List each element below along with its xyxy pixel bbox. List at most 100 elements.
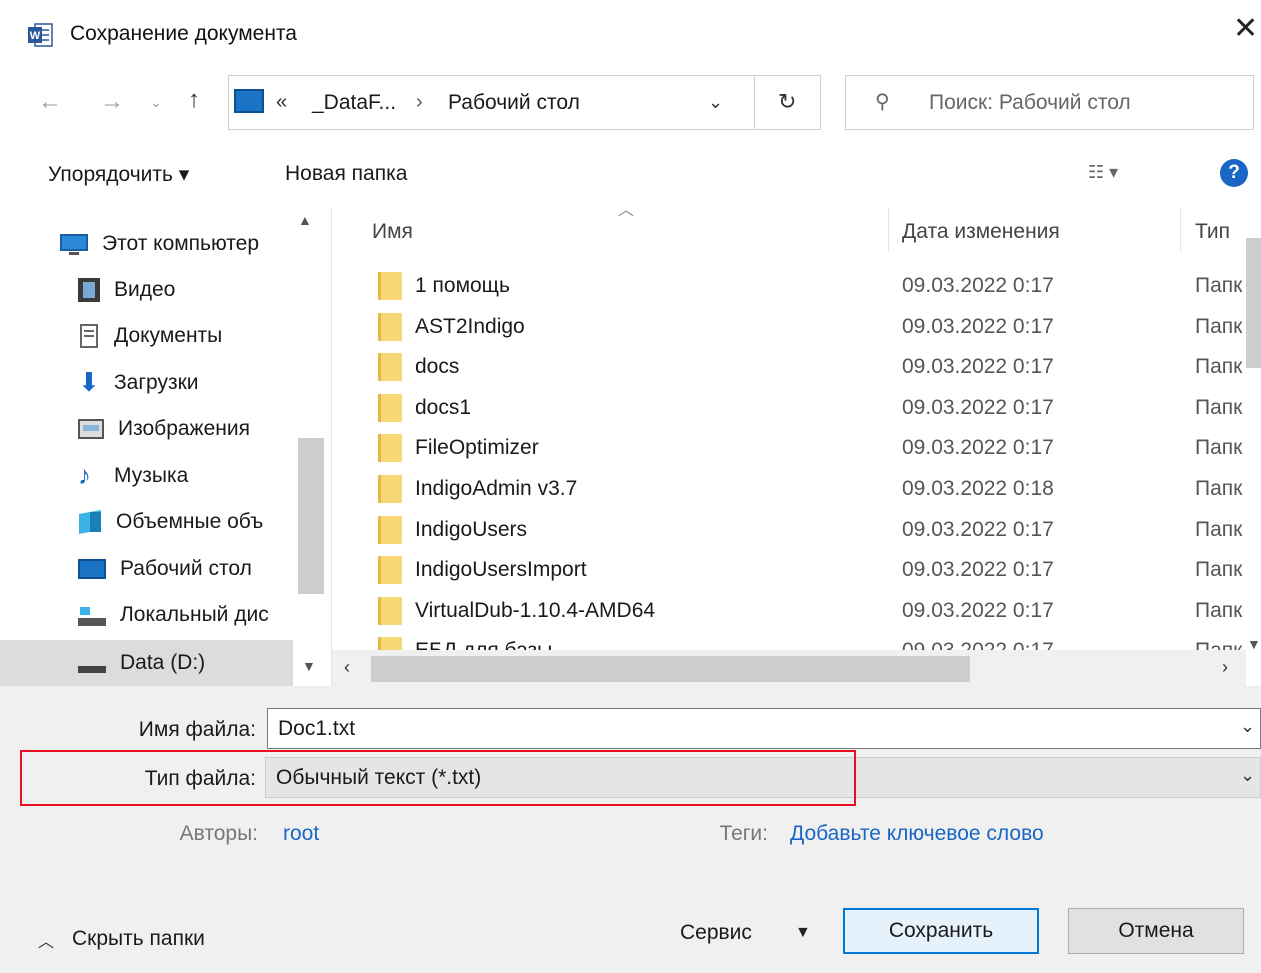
- table-row[interactable]: docs1 09.03.2022 0:17 Папк: [332, 389, 1246, 427]
- type-cell: Папк: [1195, 477, 1243, 500]
- folder-icon: [378, 516, 402, 544]
- sidebar-item-data-d[interactable]: Data (D:): [78, 643, 205, 683]
- date-modified-cell: 09.03.2022 0:17: [902, 518, 1054, 541]
- column-header-name[interactable]: Имя: [372, 220, 413, 244]
- service-dropdown-icon[interactable]: ▼: [795, 924, 811, 942]
- folder-icon: [378, 597, 402, 625]
- table-row[interactable]: ЕБД для базы 09.03.2022 0:17 Папк: [332, 632, 1246, 652]
- search-icon: ⚲: [875, 91, 890, 113]
- authors-value[interactable]: root: [283, 822, 319, 846]
- file-name-cell[interactable]: IndigoUsers: [378, 511, 527, 549]
- column-divider: [888, 208, 889, 252]
- date-modified-cell: 09.03.2022 0:17: [902, 355, 1054, 378]
- hide-folders-button[interactable]: Скрыть папки: [72, 927, 205, 951]
- path-overflow[interactable]: «: [276, 91, 287, 114]
- date-modified-cell: 09.03.2022 0:18: [902, 477, 1054, 500]
- scroll-left-icon[interactable]: ‹: [344, 657, 350, 678]
- sidebar-item-label: Изображения: [118, 417, 250, 440]
- sidebar-item-music[interactable]: ♪ Музыка: [78, 456, 188, 496]
- computer-icon: [60, 232, 88, 256]
- word-app-icon: W: [28, 23, 53, 47]
- horizontal-scrollbar-thumb[interactable]: [371, 656, 970, 682]
- view-options-icon[interactable]: ☷ ▾: [1088, 162, 1118, 183]
- music-icon: ♪: [78, 460, 91, 490]
- save-button-label: Сохранить: [888, 919, 994, 942]
- scroll-up-icon[interactable]: ▲: [298, 212, 312, 228]
- filename-input[interactable]: Doc1.txt: [267, 708, 1261, 749]
- column-header-type[interactable]: Тип: [1195, 220, 1230, 244]
- filetype-dropdown-icon[interactable]: ⌄: [1240, 765, 1255, 786]
- back-arrow-icon[interactable]: ←: [38, 90, 62, 114]
- folder-icon: [378, 434, 402, 462]
- date-modified-cell: 09.03.2022 0:17: [902, 558, 1054, 581]
- up-arrow-icon[interactable]: ↑: [188, 88, 200, 112]
- collapse-chevron-icon: ︿: [38, 934, 55, 951]
- cancel-button[interactable]: Отмена: [1068, 908, 1244, 954]
- cancel-button-label: Отмена: [1118, 919, 1194, 942]
- sidebar-item-documents[interactable]: Документы: [78, 316, 222, 356]
- scroll-right-icon[interactable]: ›: [1222, 657, 1228, 678]
- date-modified-cell: 09.03.2022 0:17: [902, 599, 1054, 622]
- address-divider: [754, 75, 755, 130]
- window-title: Сохранение документа: [70, 22, 297, 45]
- navigation-scrollbar-thumb[interactable]: [298, 438, 324, 594]
- tags-label: Теги:: [719, 822, 768, 845]
- type-cell: Папк: [1195, 518, 1243, 541]
- type-cell: Папк: [1195, 639, 1243, 652]
- folder-icon: [378, 272, 402, 300]
- close-icon[interactable]: ✕: [1233, 14, 1258, 44]
- file-list-scrollbar-thumb[interactable]: [1246, 238, 1261, 368]
- tags-input[interactable]: Добавьте ключевое слово: [790, 822, 1044, 846]
- forward-arrow-icon[interactable]: →: [100, 90, 124, 114]
- filename-dropdown-icon[interactable]: ⌄: [1240, 716, 1255, 737]
- file-name-cell[interactable]: FileOptimizer: [378, 429, 539, 467]
- folder-icon: [378, 475, 402, 503]
- file-name-cell[interactable]: docs: [378, 348, 459, 386]
- sidebar-item-local-disk[interactable]: Локальный дис: [78, 595, 269, 635]
- table-row[interactable]: VirtualDub-1.10.4-AMD64 09.03.2022 0:17 Па…: [332, 592, 1246, 630]
- table-row[interactable]: FileOptimizer 09.03.2022 0:17 Папк: [332, 429, 1246, 467]
- organize-button[interactable]: Упорядочить ▾: [48, 162, 189, 187]
- address-dropdown-icon[interactable]: ⌄: [708, 92, 723, 113]
- sidebar-item-this-pc[interactable]: Этот компьютер: [60, 224, 259, 264]
- table-row[interactable]: IndigoUsers 09.03.2022 0:17 Папк: [332, 511, 1246, 549]
- column-header-date[interactable]: Дата изменения: [902, 220, 1060, 244]
- save-button[interactable]: Сохранить: [843, 908, 1039, 954]
- help-icon[interactable]: ?: [1220, 159, 1248, 187]
- file-name-cell[interactable]: IndigoAdmin v3.7: [378, 470, 577, 508]
- search-input[interactable]: Поиск: Рабочий стол: [929, 91, 1131, 115]
- service-button[interactable]: Сервис: [680, 921, 752, 945]
- table-row[interactable]: AST2Indigo 09.03.2022 0:17 Папк: [332, 308, 1246, 346]
- table-row[interactable]: IndigoAdmin v3.7 09.03.2022 0:18 Папк: [332, 470, 1246, 508]
- sidebar-item-video[interactable]: Видео: [78, 270, 175, 310]
- sidebar-item-desktop[interactable]: Рабочий стол: [78, 549, 252, 589]
- drive-icon: [78, 651, 106, 675]
- breadcrumb-segment-desktop[interactable]: Рабочий стол: [448, 91, 580, 115]
- breadcrumb-segment-data[interactable]: _DataF...: [312, 91, 396, 115]
- file-name-cell[interactable]: 1 помощь: [378, 267, 510, 305]
- recent-locations-chevron-icon[interactable]: ⌄: [150, 95, 162, 109]
- new-folder-button[interactable]: Новая папка: [285, 162, 407, 186]
- sidebar-item-label: Документы: [114, 324, 223, 347]
- table-row[interactable]: IndigoUsersImport 09.03.2022 0:17 Папк: [332, 551, 1246, 589]
- refresh-icon[interactable]: ↻: [778, 89, 796, 115]
- file-name-cell[interactable]: IndigoUsersImport: [378, 551, 587, 589]
- file-name-cell[interactable]: ЕБД для базы: [378, 632, 552, 652]
- date-modified-cell: 09.03.2022 0:17: [902, 274, 1054, 297]
- file-name-cell[interactable]: VirtualDub-1.10.4-AMD64: [378, 592, 655, 630]
- breadcrumb-separator: ›: [416, 91, 423, 113]
- sidebar-item-pictures[interactable]: Изображения: [78, 409, 250, 449]
- sidebar-item-downloads[interactable]: ⬇ Загрузки: [78, 363, 199, 403]
- type-cell: Папк: [1195, 436, 1243, 459]
- file-list-scroll-down-icon[interactable]: ▼: [1247, 636, 1261, 652]
- authors-label: Авторы:: [179, 822, 258, 845]
- type-cell: Папк: [1195, 355, 1243, 378]
- sidebar-item-3d-objects[interactable]: Объемные объ: [78, 502, 263, 542]
- svg-text:W: W: [30, 30, 41, 42]
- scroll-down-icon[interactable]: ▼: [302, 658, 316, 674]
- file-name-cell[interactable]: docs1: [378, 389, 471, 427]
- column-divider: [1180, 208, 1181, 252]
- table-row[interactable]: 1 помощь 09.03.2022 0:17 Папк: [332, 267, 1246, 305]
- file-name-cell[interactable]: AST2Indigo: [378, 308, 525, 346]
- table-row[interactable]: docs 09.03.2022 0:17 Папк: [332, 348, 1246, 386]
